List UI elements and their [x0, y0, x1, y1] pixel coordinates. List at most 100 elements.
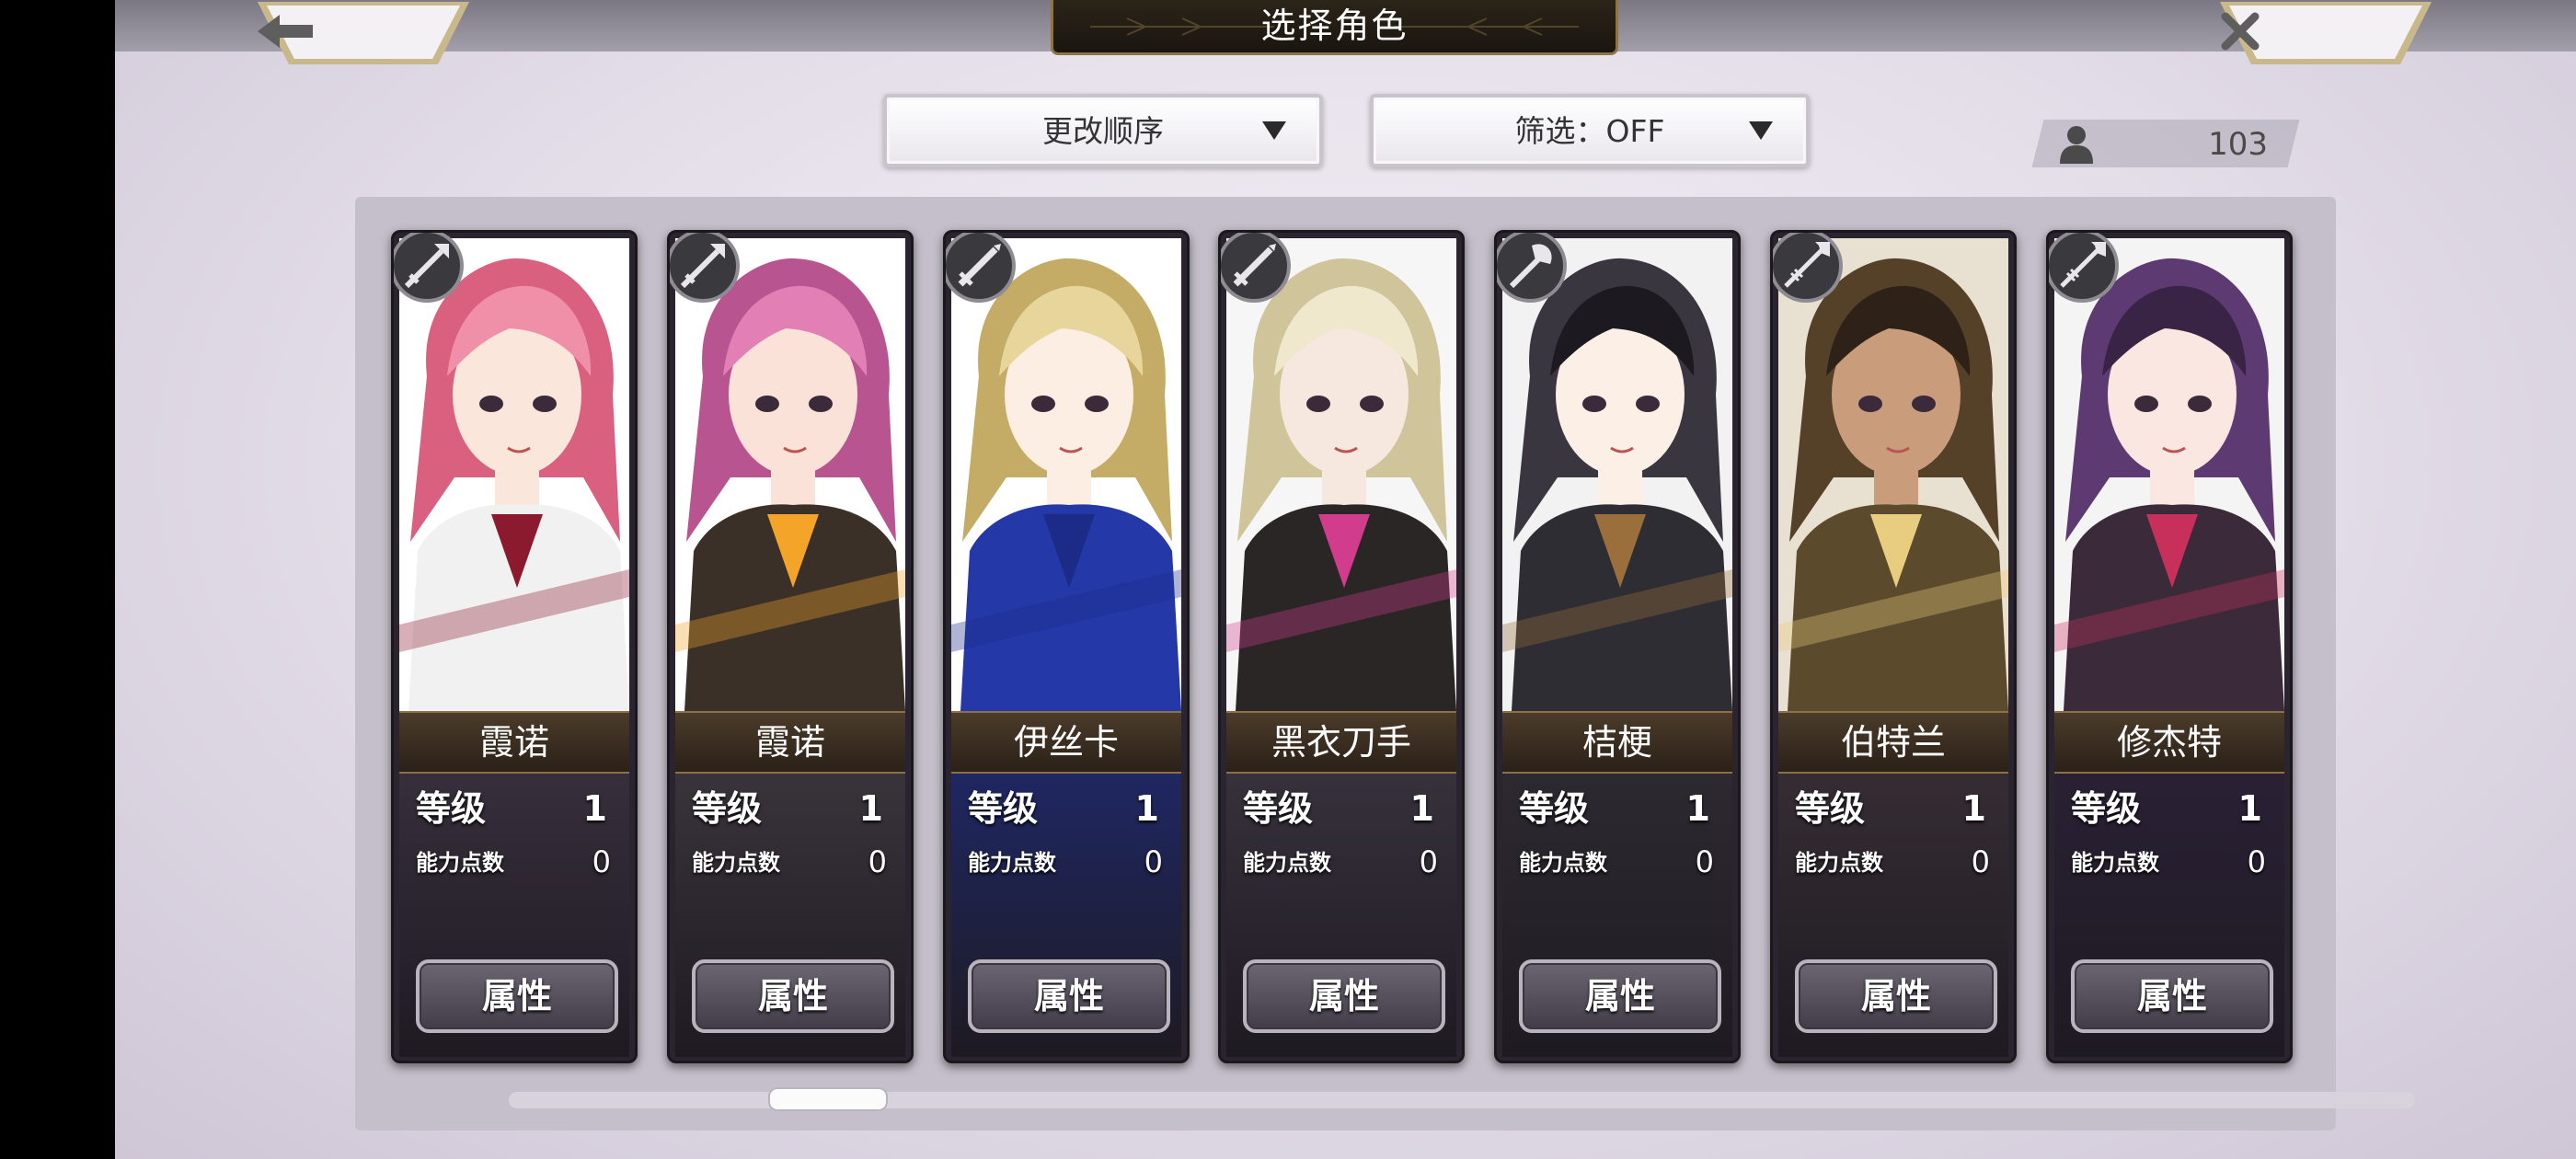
level-value: 1 [1134, 788, 1159, 829]
attributes-button[interactable]: 属性 [1519, 959, 1721, 1033]
character-name: 霞诺 [478, 722, 549, 763]
level-label: 等级 [692, 788, 763, 829]
attributes-button-label: 属性 [757, 976, 828, 1016]
character-card[interactable]: 黑衣刀手等级 1 能力点数 0 属性 [1218, 230, 1465, 1063]
close-button[interactable] [2220, 0, 2432, 68]
level-value: 1 [582, 788, 607, 829]
sort-dropdown[interactable]: 更改顺序 [883, 94, 1323, 167]
ability-points-label: 能力点数 [2071, 850, 2159, 876]
title-plate: 选择角色 [1051, 0, 1618, 55]
character-name: 黑衣刀手 [1271, 722, 1411, 763]
character-stats: 伯特兰等级 1 能力点数 0 属性 [1778, 711, 2008, 1057]
character-portrait[interactable] [2054, 238, 2284, 711]
name-band: 伊丝卡 [951, 711, 1181, 774]
ability-points-value: 0 [1144, 844, 1163, 879]
character-portrait[interactable] [1226, 238, 1456, 711]
character-stats: 桔梗等级 1 能力点数 0 属性 [1502, 711, 1732, 1057]
character-name: 伊丝卡 [1013, 722, 1119, 763]
level-value: 1 [1685, 788, 1710, 829]
left-arrow-icon [258, 6, 469, 50]
name-band: 黑衣刀手 [1226, 711, 1456, 774]
attributes-button[interactable]: 属性 [692, 959, 894, 1033]
lance-icon [670, 233, 740, 303]
ability-points-label: 能力点数 [1795, 850, 1883, 876]
level-label: 等级 [968, 788, 1039, 829]
ability-points-value: 0 [1419, 844, 1438, 879]
ability-points-label: 能力点数 [968, 850, 1056, 876]
character-card[interactable]: 伯特兰等级 1 能力点数 0 属性 [1770, 230, 2017, 1063]
character-portrait[interactable] [1778, 238, 2008, 711]
level-label: 等级 [1243, 788, 1314, 829]
lance-icon [394, 233, 464, 303]
attributes-button-label: 属性 [481, 976, 552, 1016]
character-stats: 霞诺等级 1 能力点数 0 属性 [399, 711, 629, 1057]
character-card[interactable]: 修杰特等级 1 能力点数 0 属性 [2046, 230, 2293, 1063]
sword-icon [1221, 233, 1291, 303]
spear-icon [1773, 233, 1843, 303]
character-stats: 修杰特等级 1 能力点数 0 属性 [2054, 711, 2284, 1057]
character-stats: 霞诺等级 1 能力点数 0 属性 [675, 711, 905, 1057]
character-select-screen: 选择角色 更改顺序 筛选：OFF 103 霞诺等级 1 能力点数 0 属性 霞诺等级 1 能力… [115, 0, 2576, 1159]
character-name: 桔梗 [1581, 722, 1652, 763]
chevron-down-icon [1262, 121, 1286, 140]
page-title: 选择角色 [1260, 6, 1409, 46]
spear-icon [2049, 233, 2119, 303]
person-icon [2060, 126, 2093, 164]
character-card[interactable]: 桔梗等级 1 能力点数 0 属性 [1494, 230, 1741, 1063]
ability-points-label: 能力点数 [1519, 850, 1607, 876]
ability-points-label: 能力点数 [1243, 850, 1331, 876]
ability-points-label: 能力点数 [416, 850, 504, 876]
character-portrait[interactable] [675, 238, 905, 711]
filter-dropdown-label: 筛选：OFF [1514, 113, 1665, 149]
ability-points-value: 0 [592, 844, 611, 879]
attributes-button-label: 属性 [1033, 976, 1104, 1016]
ability-points-value: 0 [2247, 844, 2266, 879]
chevron-down-icon [1749, 121, 1773, 140]
level-value: 1 [1961, 788, 1986, 829]
filter-dropdown[interactable]: 筛选：OFF [1370, 94, 1810, 167]
ability-points-value: 0 [1695, 844, 1714, 879]
name-band: 霞诺 [675, 711, 905, 774]
attributes-button[interactable]: 属性 [968, 959, 1170, 1033]
level-label: 等级 [2071, 788, 2142, 829]
level-value: 1 [2237, 788, 2262, 829]
ability-points-value: 0 [868, 844, 887, 879]
sort-dropdown-label: 更改顺序 [1042, 113, 1164, 149]
attributes-button-label: 属性 [2136, 976, 2207, 1016]
name-band: 伯特兰 [1778, 711, 2008, 774]
attributes-button[interactable]: 属性 [2071, 959, 2273, 1033]
close-x-icon [2220, 6, 2432, 52]
name-band: 霞诺 [399, 711, 629, 774]
attributes-button[interactable]: 属性 [416, 959, 618, 1033]
character-name: 修杰特 [2116, 722, 2222, 763]
horizontal-scrollbar-thumb[interactable] [768, 1087, 888, 1111]
character-name: 伯特兰 [1840, 722, 1946, 763]
character-count: 103 [2208, 126, 2268, 163]
ability-points-label: 能力点数 [692, 850, 780, 876]
level-label: 等级 [416, 788, 487, 829]
name-band: 桔梗 [1502, 711, 1732, 774]
character-card[interactable]: 霞诺等级 1 能力点数 0 属性 [667, 230, 914, 1063]
level-label: 等级 [1519, 788, 1590, 829]
level-label: 等级 [1795, 788, 1866, 829]
character-stats: 黑衣刀手等级 1 能力点数 0 属性 [1226, 711, 1456, 1057]
character-card[interactable]: 伊丝卡等级 1 能力点数 0 属性 [943, 230, 1190, 1063]
attributes-button-label: 属性 [1308, 976, 1379, 1016]
sword-icon [946, 233, 1016, 303]
attributes-button[interactable]: 属性 [1795, 959, 1997, 1033]
attributes-button-label: 属性 [1584, 976, 1655, 1016]
back-button[interactable] [258, 0, 469, 68]
axe-icon [1497, 233, 1567, 303]
character-portrait[interactable] [399, 238, 629, 711]
name-band: 修杰特 [2054, 711, 2284, 774]
character-name: 霞诺 [754, 722, 825, 763]
attributes-button-label: 属性 [1860, 976, 1931, 1016]
ability-points-value: 0 [1971, 844, 1990, 879]
level-value: 1 [858, 788, 883, 829]
character-portrait[interactable] [951, 238, 1181, 711]
character-card[interactable]: 霞诺等级 1 能力点数 0 属性 [391, 230, 638, 1063]
character-stats: 伊丝卡等级 1 能力点数 0 属性 [951, 711, 1181, 1057]
attributes-button[interactable]: 属性 [1243, 959, 1445, 1033]
character-portrait[interactable] [1502, 238, 1732, 711]
level-value: 1 [1409, 788, 1434, 829]
